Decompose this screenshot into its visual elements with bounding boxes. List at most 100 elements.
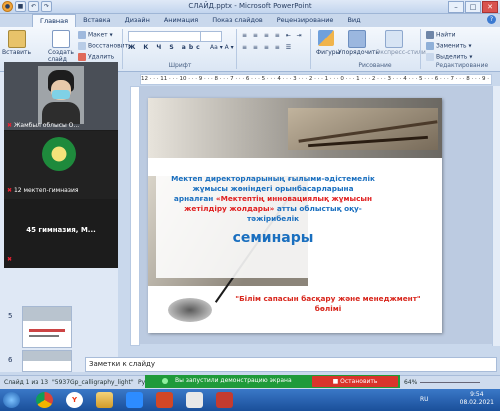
help-icon[interactable]: ? [487,15,496,24]
office-menu-spacer [0,14,32,27]
paste-icon[interactable] [8,30,26,48]
replace-button[interactable]: Заменить ▾ [426,42,472,50]
tab-home[interactable]: Главная [32,14,77,27]
video-tile-1[interactable]: ✖ Жамбыл облысы О... [4,62,118,130]
zoom-slider[interactable] [420,382,480,383]
find-label: Найти [436,31,456,39]
powerpoint-icon[interactable] [156,392,173,408]
footer-line: "Білім сапасын басқару және менеджмент" [235,294,421,303]
tab-slideshow[interactable]: Показ слайдов [205,14,270,27]
participant-name: Жамбыл облысы О... [13,122,80,129]
tab-view[interactable]: Вид [340,14,367,27]
ribbon-separator [310,29,311,69]
chrome-icon[interactable] [36,392,53,408]
vertical-scrollbar[interactable] [492,86,500,346]
explorer-icon[interactable] [96,392,113,408]
styles-button[interactable]: Экспресс-стили [376,49,426,56]
yandex-icon[interactable]: Y [66,392,83,408]
current-slide[interactable]: Мектеп директорларының ғылыми-әдістемелі… [148,98,442,333]
minimize-button[interactable]: – [448,1,464,13]
video-tile-2[interactable]: ✖ 12 мектеп-гимназия [4,131,118,199]
ribbon-separator [122,29,123,69]
replace-label: Заменить [436,42,467,50]
layout-button[interactable]: Макет ▾ [78,31,113,39]
share-indicator-icon [162,378,168,384]
font-name-field[interactable] [128,31,202,42]
zoom-app-icon[interactable] [126,392,143,408]
stop-sharing-button[interactable]: ■ Остановить демонстрацию [312,376,398,396]
ribbon-separator [420,29,421,69]
heading-line: жетілдіру жолдары» атты облыстық оқу- [160,204,386,214]
styles-icon[interactable] [385,30,403,48]
stop-icon: ■ [332,378,339,385]
heading-text: атты облыстық оқу- [274,204,362,213]
heading-highlight: жетілдіру жолдары» [184,204,275,213]
media-icon[interactable] [186,392,203,408]
slide-thumbnail[interactable] [22,306,72,348]
maximize-button[interactable]: □ [465,1,481,13]
heading-line: Мектеп директорларының ғылыми-әдістемелі… [171,174,375,183]
slide-count: Слайд 1 из 13 [4,379,49,386]
app-icon[interactable] [216,392,233,408]
vertical-ruler[interactable] [130,86,140,346]
clock-time: 9:54 [470,391,484,398]
tab-animation[interactable]: Анимация [157,14,205,27]
theme-name: "5937Gp_calligraphy_light" [52,379,134,386]
delete-label: Удалить [88,53,115,61]
keyboard-language[interactable]: RU [420,396,429,403]
slide-title-big: семинары [232,230,314,246]
editing-group-label: Редактирование [435,62,489,69]
drawing-group-label: Рисование [358,62,392,69]
screen-share-text: Вы запустили демонстрацию экрана [175,377,292,384]
start-button-icon[interactable] [3,392,20,408]
window-title: СЛАЙД.pptx - Microsoft PowerPoint [188,2,312,10]
delete-button[interactable]: Удалить [78,53,114,61]
slide-number: 5 [8,312,13,320]
restore-button[interactable]: Восстановить [78,42,132,50]
slide-heading: Мектеп директорларының ғылыми-әдістемелі… [160,174,386,224]
find-button[interactable]: Найти [426,31,455,39]
horizontal-ruler[interactable]: 12 · · · 11 · · · 10 · · · 9 · · · 8 · ·… [140,74,492,85]
select-button[interactable]: Выделить ▾ [426,53,472,61]
replace-icon [426,42,434,50]
font-formatting-buttons[interactable]: Ж К Ч S abc [128,44,203,51]
layout-icon [78,31,86,39]
restore-icon [78,42,86,50]
font-size-field[interactable] [200,31,222,42]
zoom-level[interactable]: 64% [404,376,417,389]
paste-button[interactable]: Вставить [2,49,31,56]
arrange-button[interactable]: Упорядочить [338,49,379,56]
select-label: Выделить [436,53,468,61]
participant-name: 45 гимназия, М... [26,226,96,234]
video-conference-overlay: ✖ Жамбыл облысы О... ✖ 12 мектеп-гимнази… [4,62,118,268]
tab-design[interactable]: Дизайн [118,14,157,27]
arrange-icon[interactable] [348,30,366,48]
heading-line: арналған «Мектептің инновациялық жұмысын [160,194,386,204]
ink-blot [168,298,212,322]
heading-highlight: «Мектептің инновациялық жұмысын [215,194,373,203]
new-slide-icon[interactable] [52,30,70,48]
mic-muted-icon: ✖ [7,256,13,263]
tab-insert[interactable]: Вставка [76,14,118,27]
heading-text: арналған [173,194,216,203]
school-logo-icon [42,137,76,171]
shapes-button[interactable]: Фигуры [316,49,340,56]
slide-notes-field[interactable]: Заметки к слайду [85,357,497,372]
tab-review[interactable]: Рецензирование [270,14,341,27]
heading-line: тәжірибелік [246,214,300,223]
slide-thumbnail[interactable] [22,350,72,372]
font-color-buttons[interactable]: Aa ▾ A ▾ [210,44,234,51]
create-slide-button[interactable]: Создать слайд [48,49,78,63]
delete-icon [78,53,86,61]
paragraph-buttons[interactable]: ≡ ≡ ≡ ≡ ⇤ ⇥ [242,32,304,39]
video-tile-3[interactable]: 45 гимназия, М... ✖ [4,200,118,268]
mic-muted-icon: ✖ [7,122,13,129]
participant-video [38,66,84,124]
mic-muted-icon: ✖ [7,187,13,194]
align-buttons[interactable]: ≡ ≡ ≡ ≡ ☰ [242,44,293,51]
system-clock[interactable]: 9:54 08.02.2021 [460,391,494,407]
font-group-label: Шрифт [168,62,192,69]
window-controls: – □ ✕ [448,1,498,13]
close-button[interactable]: ✕ [482,1,498,13]
shapes-icon[interactable] [318,30,334,46]
